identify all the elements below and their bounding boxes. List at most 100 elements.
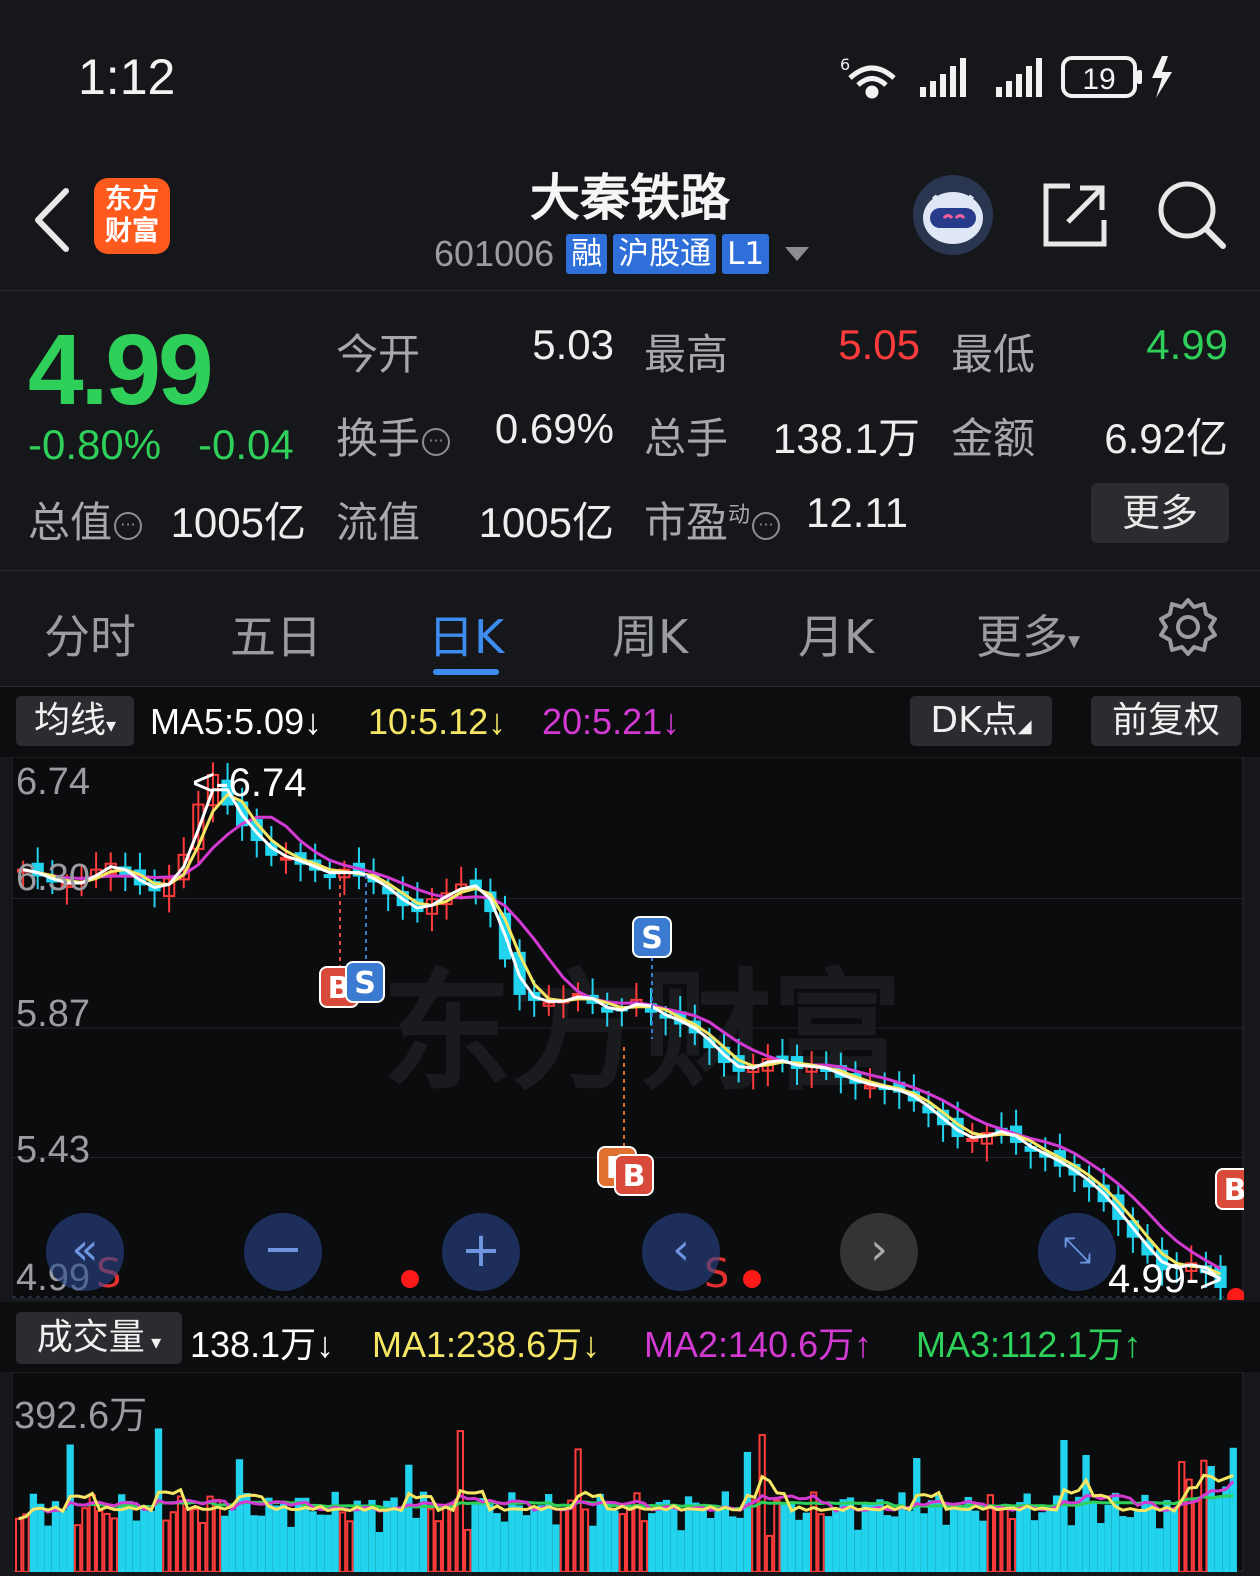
dk-point-toggle[interactable]: DK点◢ [910, 696, 1052, 746]
ma20-value: 20:5.21↓ [542, 701, 681, 742]
volume-bar [243, 1492, 251, 1573]
volume-bar [1141, 1494, 1149, 1573]
gear-icon[interactable] [1158, 597, 1218, 657]
level-tag: L1 [722, 234, 770, 274]
volume-bar [868, 1503, 877, 1573]
scroll-start-button[interactable]: « [46, 1213, 124, 1291]
candle-body [966, 1138, 979, 1142]
volume-bar [272, 1505, 280, 1573]
ma10-value: 10:5.12↓ [368, 701, 507, 742]
stock-header: 东方 财富 大秦铁路 601006 融 沪股通 L1 [0, 150, 1260, 291]
signal-icon-2 [996, 58, 1042, 97]
scroll-left-button[interactable]: ‹ [642, 1213, 720, 1291]
volume-bar [375, 1531, 384, 1574]
volume-bar [743, 1451, 752, 1573]
tab-more[interactable]: 更多▾ [976, 601, 1080, 667]
turnover-label[interactable]: 换手 ··· [336, 405, 451, 466]
pe-label[interactable]: 市盈动 ··· [644, 489, 781, 550]
volume-bar [824, 1516, 833, 1574]
volume-bar [596, 1493, 604, 1573]
volume-bar [1045, 1507, 1053, 1574]
volume-bar [257, 1515, 266, 1573]
info-icon[interactable]: ··· [422, 427, 451, 456]
volume-bar [37, 1503, 45, 1574]
zoom-out-button[interactable]: − [244, 1213, 322, 1291]
adjust-selector[interactable]: 前复权 [1091, 696, 1241, 746]
volume-bar [787, 1502, 796, 1573]
sell-signal-label: S [641, 921, 663, 956]
info-icon[interactable]: ··· [752, 511, 781, 540]
volume-bar [316, 1514, 325, 1573]
more-quote-button[interactable]: 更多 [1091, 483, 1229, 543]
volume-bar [861, 1503, 869, 1573]
mktcap-value: 1005亿 [170, 499, 306, 546]
volume-bar [891, 1516, 899, 1573]
stock-code-line[interactable]: 601006 融 沪股通 L1 [434, 232, 810, 276]
volume-bar [1163, 1500, 1171, 1573]
tab-weekly-k[interactable]: 周K [612, 601, 688, 667]
volume-bar [721, 1491, 729, 1573]
price-axis-label: 6.30 [16, 857, 90, 899]
volume-bar [29, 1493, 38, 1573]
volume-bar [1126, 1517, 1134, 1573]
volume-bar [949, 1507, 958, 1573]
volume-bar [1067, 1525, 1075, 1573]
share-icon[interactable] [1040, 180, 1110, 250]
mktcap-label[interactable]: 总值 ··· [28, 489, 143, 550]
price-axis-label: 6.74 [16, 761, 90, 803]
volume-bar [1097, 1523, 1105, 1573]
sell-signal-label: S [354, 966, 376, 1001]
volume-bar [714, 1509, 722, 1573]
search-icon[interactable] [1155, 178, 1227, 250]
volume-bar [905, 1510, 914, 1574]
volume-ma1: MA1:238.6万↓ [372, 1324, 601, 1365]
volume-bar [942, 1524, 950, 1574]
caret-down-icon: ▾ [1068, 626, 1081, 655]
zoom-in-button[interactable]: + [442, 1213, 520, 1291]
volume-bar [44, 1525, 52, 1573]
volume-bar [280, 1503, 288, 1573]
volume-bar [265, 1497, 273, 1573]
scroll-right-button[interactable]: › [840, 1213, 918, 1291]
volume-bar [927, 1500, 936, 1573]
volume-bar [287, 1526, 295, 1573]
volume-bar [648, 1513, 656, 1573]
volume-bar [250, 1515, 258, 1573]
last-marker: 4.99-> [1108, 1257, 1223, 1301]
volume-bar [1148, 1502, 1156, 1574]
volume-chart[interactable]: 392.6万 [11, 1371, 1244, 1574]
volume-bar [368, 1499, 376, 1573]
ma-selector[interactable]: 均线▾ [16, 696, 134, 746]
volume-bar [1119, 1516, 1127, 1573]
kline-chart[interactable]: 东方财富BSSBBBSS 6.74 6.30 5.87 5.43 4.99 <-… [11, 756, 1255, 1306]
tab-daily-k[interactable]: 日K [428, 601, 504, 667]
volume-bar [486, 1504, 494, 1574]
volume-bar [537, 1505, 545, 1573]
watermark: 东方财富 [382, 956, 902, 1108]
tab-five-day[interactable]: 五日 [230, 601, 322, 667]
volume-bar [832, 1508, 840, 1573]
volume-bar [979, 1520, 987, 1573]
volume-bar [235, 1459, 244, 1573]
volume-bar [383, 1500, 391, 1573]
volume-bar [1214, 1496, 1223, 1573]
robot-assistant-icon[interactable] [912, 174, 994, 256]
volume-bar [611, 1510, 619, 1574]
connect-tag: 沪股通 [613, 234, 717, 274]
volume-bar [780, 1502, 788, 1573]
volume-svg[interactable] [11, 1371, 1244, 1574]
volume-bar [508, 1492, 516, 1573]
volume-bar [1170, 1508, 1179, 1574]
volume-bar [1030, 1520, 1039, 1574]
volume-bar [1082, 1454, 1090, 1573]
tab-intraday[interactable]: 分时 [44, 601, 136, 667]
volume-axis-max: 392.6万 [14, 1395, 148, 1437]
tab-monthly-k[interactable]: 月K [798, 601, 874, 667]
fullscreen-icon[interactable]: ⤡ [1038, 1213, 1116, 1291]
volume-bar [1075, 1496, 1083, 1573]
volume-bar [736, 1517, 744, 1574]
margin-tag: 融 [566, 234, 608, 274]
info-icon[interactable]: ··· [114, 511, 143, 540]
volume-selector[interactable]: 成交量 ▾ [16, 1312, 182, 1364]
status-icons: 6 19 [840, 55, 1172, 99]
